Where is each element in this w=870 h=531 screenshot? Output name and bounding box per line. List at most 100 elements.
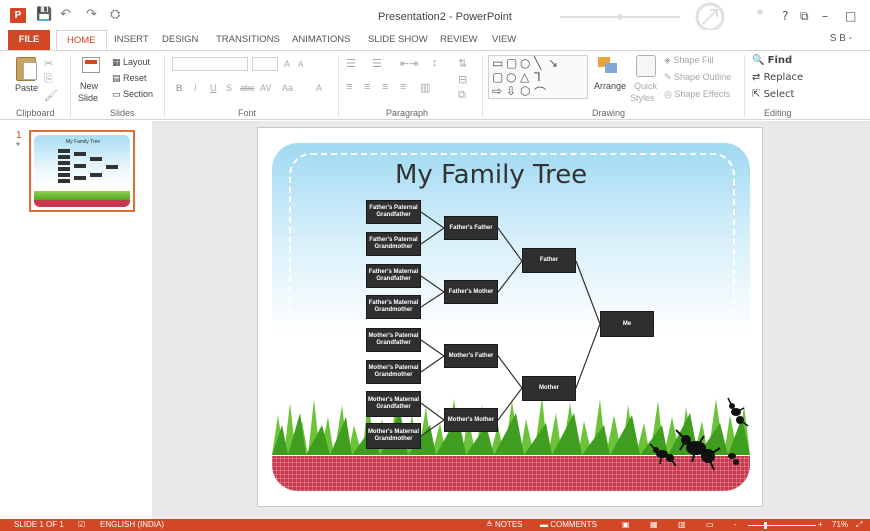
strikethrough-button[interactable]: abc — [240, 83, 255, 93]
slide-title[interactable]: My Family Tree — [395, 160, 587, 190]
node-mothers-mother[interactable]: Mother's Mother — [444, 408, 498, 432]
arrow-line-shape-icon[interactable]: ↘ — [548, 56, 558, 70]
section-button[interactable]: ▭ Section — [112, 89, 153, 100]
triangle-shape-icon[interactable]: △ — [520, 70, 529, 84]
slide-show-icon[interactable]: ▭ — [706, 520, 714, 529]
numbering-icon[interactable]: ☰ — [372, 57, 382, 70]
slide-sorter-icon[interactable]: ▦ — [650, 520, 658, 529]
underline-button[interactable]: U — [210, 83, 217, 93]
zoom-slider-thumb[interactable] — [764, 522, 767, 529]
align-text-icon[interactable]: ⊟ — [458, 73, 467, 86]
customize-qat-icon[interactable]: ⛭ — [110, 7, 120, 22]
shadow-button[interactable]: S — [226, 83, 232, 93]
slide-thumbnail[interactable]: My Family Tree — [29, 130, 135, 212]
bullets-icon[interactable]: ☰ — [346, 57, 356, 70]
copy-icon[interactable]: ⎘ — [44, 73, 53, 86]
shapes-gallery[interactable]: ▭ ▢ ○ ╲ ↘ ▢ ○ △ ⅂ ⇨ ⇩ ⬡ ⌒ — [488, 55, 588, 101]
help-button[interactable]: ? — [782, 9, 788, 23]
paste-button[interactable]: Paste — [15, 83, 38, 93]
select-button[interactable]: ⇱ Select — [752, 89, 794, 100]
align-left-icon[interactable]: ≡ — [346, 81, 352, 93]
align-right-icon[interactable]: ≡ — [382, 81, 388, 93]
font-name-dropdown[interactable] — [172, 57, 248, 71]
find-button[interactable]: 🔍 Find — [752, 55, 792, 66]
font-color-button[interactable]: A — [316, 83, 322, 93]
shape-fill-button[interactable]: ◈ Shape Fill — [664, 55, 713, 66]
cut-icon[interactable]: ✂ — [44, 57, 53, 70]
quick-styles-line1[interactable]: Quick — [634, 81, 657, 91]
spell-check-icon[interactable]: ☑ — [78, 520, 85, 529]
node-mother[interactable]: Mother — [522, 376, 576, 401]
normal-view-icon[interactable]: ▣ — [622, 520, 630, 529]
reset-button[interactable]: ▤ Reset — [112, 73, 147, 84]
down-arrow-shape-icon[interactable]: ⇩ — [506, 84, 516, 98]
quick-styles-icon[interactable] — [636, 55, 656, 77]
node-fathers-maternal-grandmother[interactable]: Father's Maternal Grandmother — [366, 295, 421, 319]
tab-animations[interactable]: ANIMATIONS — [292, 30, 350, 50]
node-fathers-paternal-grandmother[interactable]: Father's Paternal Grandmother — [366, 232, 421, 256]
layout-button[interactable]: ▦ Layout — [112, 57, 150, 68]
oval-shape-icon[interactable]: ○ — [520, 56, 530, 70]
font-size-dropdown[interactable] — [252, 57, 278, 71]
line-spacing-icon[interactable]: ↕ — [432, 57, 438, 69]
comments-button[interactable]: ▬ COMMENTS — [540, 520, 597, 529]
node-father[interactable]: Father — [522, 248, 576, 273]
new-slide-button-line1[interactable]: New — [80, 81, 98, 91]
format-painter-icon[interactable]: 🖌 — [44, 89, 58, 102]
maximize-button[interactable]: □ — [845, 9, 856, 23]
replace-button[interactable]: ⇄ Replace — [752, 72, 803, 83]
zoom-out-button[interactable]: - — [734, 520, 737, 529]
flowchart-shape-icon[interactable]: ⬡ — [520, 84, 530, 98]
tab-transitions[interactable]: TRANSITIONS — [216, 30, 280, 50]
smartart-icon[interactable]: ⧉ — [458, 89, 466, 102]
new-slide-button-line2[interactable]: Slide — [78, 93, 98, 103]
paste-icon[interactable] — [16, 57, 37, 81]
change-case-button[interactable]: Aa — [282, 83, 293, 93]
slide-count-status[interactable]: SLIDE 1 OF 1 — [14, 520, 64, 529]
shape-effects-button[interactable]: ◎ Shape Effects — [664, 89, 730, 100]
rounded-rect-shape-icon[interactable]: ▢ — [492, 70, 503, 84]
tab-review[interactable]: REVIEW — [440, 30, 477, 50]
indent-icon[interactable]: ⇤⇥ — [400, 57, 418, 70]
text-direction-icon[interactable]: ⇅ — [458, 57, 467, 70]
new-slide-icon[interactable] — [82, 57, 100, 73]
quick-styles-line2[interactable]: Styles — [630, 93, 655, 103]
columns-icon[interactable]: ▥ — [420, 81, 430, 94]
right-arrow-shape-icon[interactable]: ⇨ — [492, 84, 502, 98]
language-status[interactable]: ENGLISH (INDIA) — [100, 520, 164, 529]
justify-icon[interactable]: ≡ — [400, 81, 406, 93]
bold-button[interactable]: B — [176, 83, 183, 93]
node-fathers-maternal-grandfather[interactable]: Father's Maternal Grandfather — [366, 264, 421, 288]
align-center-icon[interactable]: ≡ — [364, 81, 370, 93]
ribbon-display-button[interactable]: ⧉ — [800, 9, 809, 24]
node-fathers-father[interactable]: Father's Father — [444, 216, 498, 240]
shrink-font-button[interactable]: A — [298, 60, 303, 69]
node-me[interactable]: Me — [600, 311, 654, 337]
node-mothers-paternal-grandfather[interactable]: Mother's Paternal Grandfather — [366, 328, 421, 352]
node-fathers-mother[interactable]: Father's Mother — [444, 280, 498, 304]
tab-file[interactable]: FILE — [8, 30, 50, 50]
italic-button[interactable]: I — [194, 83, 197, 93]
node-mothers-maternal-grandmother[interactable]: Mother's Maternal Grandmother — [366, 423, 421, 449]
zoom-in-button[interactable]: + — [818, 520, 823, 529]
zoom-level[interactable]: 71% — [832, 520, 848, 529]
node-mothers-paternal-grandmother[interactable]: Mother's Paternal Grandmother — [366, 360, 421, 384]
notes-button[interactable]: ≙ NOTES — [486, 520, 523, 529]
rectangle-shape-icon[interactable]: ▢ — [506, 56, 517, 70]
grow-font-button[interactable]: A — [284, 59, 290, 69]
line-shape-icon[interactable]: ╲ — [534, 56, 541, 70]
tab-slide-show[interactable]: SLIDE SHOW — [368, 30, 428, 50]
node-fathers-paternal-grandfather[interactable]: Father's Paternal Grandfather — [366, 200, 421, 224]
tab-design[interactable]: DESIGN — [162, 30, 198, 50]
user-account[interactable]: S B - — [830, 33, 852, 44]
arrange-icon[interactable] — [598, 57, 618, 75]
zoom-slider[interactable] — [748, 525, 816, 526]
tab-insert[interactable]: INSERT — [114, 30, 149, 50]
tab-view[interactable]: VIEW — [492, 30, 516, 50]
reading-view-icon[interactable]: ▥ — [678, 520, 686, 529]
node-mothers-father[interactable]: Mother's Father — [444, 344, 498, 368]
character-spacing-button[interactable]: AV — [260, 83, 271, 93]
circle-shape-icon[interactable]: ○ — [506, 70, 516, 84]
shape-outline-button[interactable]: ✎ Shape Outline — [664, 72, 731, 83]
curve-shape-icon[interactable]: ⌒ — [534, 84, 546, 101]
